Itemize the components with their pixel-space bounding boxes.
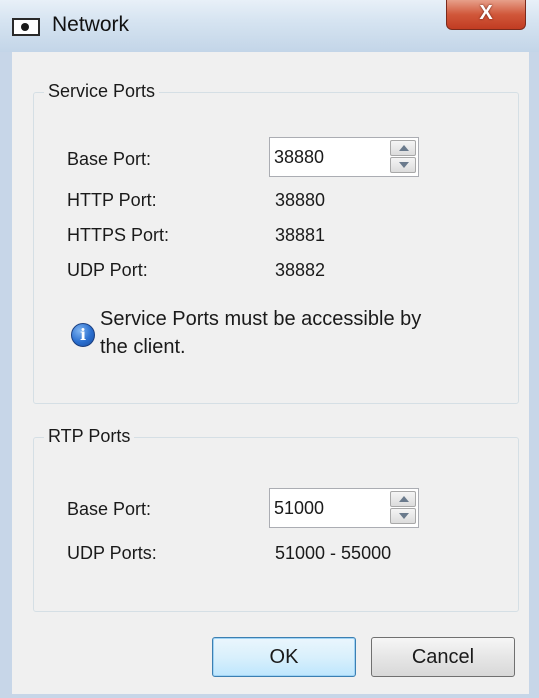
rtp-ports-group: RTP Ports Base Port: UDP Ports: 51000 - …: [33, 426, 519, 612]
close-icon: X: [479, 2, 493, 24]
network-dialog: Network X Service Ports Base Port: HTTP …: [0, 0, 539, 698]
udp-port-label: UDP Port:: [67, 260, 148, 280]
spin-up-arrow-icon[interactable]: [390, 491, 416, 507]
service-ports-info-text: Service Ports must be accessible by the …: [100, 305, 500, 361]
service-base-port-spinner[interactable]: [269, 137, 419, 177]
service-base-port-input[interactable]: [274, 145, 382, 169]
rtp-base-port-spin-buttons: [390, 491, 416, 525]
network-window-icon[interactable]: [12, 18, 40, 36]
rtp-base-port-spinner[interactable]: [269, 488, 419, 528]
ok-button[interactable]: OK: [212, 637, 356, 677]
window-title: Network: [52, 13, 130, 36]
close-button[interactable]: X: [446, 0, 526, 30]
service-base-port-label: Base Port:: [67, 149, 152, 169]
info-text-line-1: Service Ports must be accessible by: [100, 308, 422, 330]
rtp-base-port-input[interactable]: [274, 496, 382, 520]
spin-up-arrow-icon[interactable]: [390, 140, 416, 156]
spin-down-arrow-icon[interactable]: [390, 508, 416, 524]
rtp-udp-ports-label: UDP Ports:: [67, 543, 157, 563]
rtp-udp-ports-value: 51000 - 55000: [275, 543, 392, 563]
service-base-port-spin-buttons: [390, 140, 416, 174]
service-ports-group: Service Ports Base Port: HTTP Port: 3888…: [33, 81, 519, 404]
http-port-value: 38880: [275, 190, 326, 210]
service-ports-group-title: Service Ports: [44, 81, 160, 102]
https-port-label: HTTPS Port:: [67, 225, 170, 245]
info-text-line-2: the client.: [100, 336, 186, 358]
http-port-label: HTTP Port:: [67, 190, 157, 210]
https-port-value: 38881: [275, 225, 326, 245]
spin-down-arrow-icon[interactable]: [390, 157, 416, 173]
title-bar[interactable]: Network X: [0, 0, 539, 52]
rtp-ports-group-title: RTP Ports: [44, 426, 135, 447]
info-icon: i: [71, 323, 95, 347]
cancel-button[interactable]: Cancel: [371, 637, 515, 677]
rtp-base-port-label: Base Port:: [67, 499, 152, 519]
udp-port-value: 38882: [275, 260, 326, 280]
dialog-client-area: Service Ports Base Port: HTTP Port: 3888…: [12, 52, 529, 694]
